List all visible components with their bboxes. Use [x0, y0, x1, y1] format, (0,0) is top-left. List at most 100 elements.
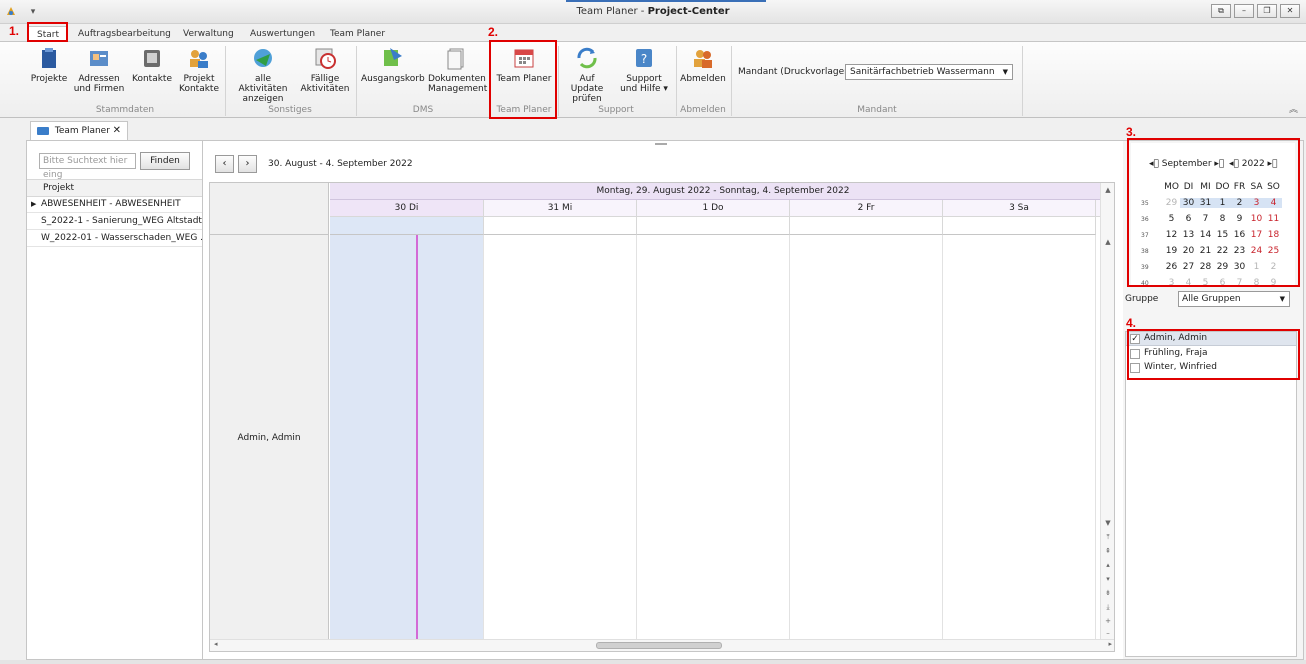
project-row[interactable]: S_2022-1 - Sanierung_WEG Altstadt	[27, 214, 202, 230]
kontakte-label: Kontakte	[132, 74, 172, 84]
work-area: Bitte Suchtext hier eing Finden Projekt …	[26, 140, 1304, 660]
tab-auswertungen[interactable]: Auswertungen	[250, 26, 315, 42]
faellige-label-1: Fällige	[310, 74, 340, 84]
dropdown-arrow-icon: ▾	[663, 84, 668, 94]
day-header[interactable]: 31 Mi	[484, 200, 637, 217]
annotation-number: 1.	[9, 24, 20, 38]
next-button[interactable]: ›	[238, 155, 257, 173]
row-indicator-icon: ▶	[31, 200, 37, 208]
find-button[interactable]: Finden	[140, 152, 190, 170]
horizontal-scroll-thumb[interactable]	[596, 642, 722, 649]
day-column[interactable]	[330, 235, 484, 641]
faellige-label-2: Aktivitäten	[300, 84, 350, 94]
adressen-icon	[87, 46, 111, 70]
day-header[interactable]: 30 Di	[330, 200, 484, 217]
doc-tab-label: Team Planer	[54, 126, 110, 136]
gruppe-label: Gruppe	[1125, 294, 1159, 304]
day-header[interactable]: 1 Do	[637, 200, 790, 217]
collapse-ribbon-icon[interactable]: ︽	[1289, 102, 1298, 115]
scroll-prev-page-icon[interactable]: ⇞	[1101, 547, 1114, 555]
scroll-next-page-icon[interactable]: ⇟	[1101, 589, 1114, 597]
window-title-prefix: Team Planer -	[576, 6, 645, 17]
scroll-first-icon[interactable]: ⤒	[1101, 533, 1114, 542]
project-row-label: W_2022-01 - Wasserschaden_WEG ...	[41, 233, 202, 243]
day-header[interactable]: 2 Fr	[790, 200, 943, 217]
kontakte-button[interactable]: Kontakte	[131, 46, 173, 84]
resource-label: Admin, Admin	[210, 235, 329, 641]
scheduler-grid: Montag, 29. August 2022 - Sonntag, 4. Se…	[209, 182, 1115, 652]
project-row[interactable]: W_2022-01 - Wasserschaden_WEG ...	[27, 231, 202, 247]
allday-cell[interactable]	[943, 217, 1096, 235]
horizontal-scrollbar[interactable]: ◂ ▸	[210, 639, 1114, 651]
scroll-up-icon[interactable]: ▲	[1101, 186, 1114, 194]
support-label-1: Support	[626, 74, 662, 84]
projekte-label: Projekte	[30, 74, 68, 84]
restore-icon[interactable]: ⧉	[1211, 4, 1231, 18]
date-range-label: 30. August - 4. September 2022	[268, 159, 413, 169]
update-button[interactable]: Auf Update prüfen	[562, 46, 612, 104]
allday-cell[interactable]	[330, 217, 484, 235]
project-row-label: S_2022-1 - Sanierung_WEG Altstadt	[41, 216, 202, 226]
resource-header-corner	[210, 183, 329, 235]
gruppe-select[interactable]: Alle Gruppen ▼	[1178, 291, 1290, 307]
scroll-prev-icon[interactable]: ▴	[1101, 561, 1114, 569]
scroll-left-icon[interactable]: ◂	[214, 640, 218, 648]
close-icon[interactable]: ✕	[1280, 4, 1300, 18]
maximize-icon[interactable]: ❐	[1257, 4, 1277, 18]
adressen-label-1: Adressen	[78, 74, 120, 84]
zoom-out-icon[interactable]: –	[1101, 629, 1114, 637]
chevron-down-icon: ▼	[1279, 295, 1285, 303]
title-bar: ▾ Team Planer - Project-Center ⧉ – ❐ ✕	[0, 0, 1306, 24]
scroll-right-icon[interactable]: ▸	[1108, 640, 1112, 648]
mandant-select[interactable]: Sanitärfachbetrieb Wassermann ▼	[845, 64, 1013, 80]
minimize-icon[interactable]: –	[1234, 4, 1254, 18]
scroll-next-icon[interactable]: ▾	[1101, 575, 1114, 583]
project-row-label: ABWESENHEIT - ABWESENHEIT	[41, 199, 181, 209]
allday-cell[interactable]	[637, 217, 790, 235]
ausgangskorb-icon	[380, 46, 404, 70]
tab-verwaltung[interactable]: Verwaltung	[183, 26, 234, 42]
project-row[interactable]: ▶ ABWESENHEIT - ABWESENHEIT	[27, 197, 202, 213]
close-tab-icon[interactable]: ✕	[113, 122, 121, 140]
scroll-up-icon[interactable]: ▲	[1101, 238, 1114, 246]
faellige-aktivitaeten-button[interactable]: Fällige Aktivitäten	[300, 46, 350, 94]
status-strip	[0, 660, 1306, 664]
day-column[interactable]	[637, 235, 790, 641]
project-column-header[interactable]: Projekt	[27, 179, 202, 197]
abmelden-button[interactable]: Abmelden	[680, 46, 726, 84]
scroll-down-icon[interactable]: ▼	[1101, 519, 1114, 527]
vertical-scrollbar[interactable]: ▲ ▲ ▼ ⤒ ⇞ ▴ ▾ ⇟ ⤓ + –	[1100, 183, 1114, 641]
projekt-kontakte-button[interactable]: Projekt Kontakte	[178, 46, 220, 94]
group-label-dms: DMS	[412, 105, 434, 115]
resource-name: Admin, Admin	[237, 433, 301, 443]
document-tabs: Team Planer ✕	[0, 118, 1306, 141]
day-column[interactable]	[484, 235, 637, 641]
splitter-grip[interactable]	[655, 143, 667, 145]
day-header[interactable]: 3 Sa	[943, 200, 1096, 217]
dokumenten-label-2: Management	[428, 84, 488, 94]
projekte-button[interactable]: Projekte	[30, 46, 68, 84]
day-column[interactable]	[790, 235, 943, 641]
ribbon-tabs: Start Auftragsbearbeitung Verwaltung Aus…	[0, 24, 1306, 42]
title-accent	[566, 0, 766, 2]
adressen-label-2: und Firmen	[73, 84, 125, 94]
ausgangskorb-button[interactable]: Ausgangskorb	[361, 46, 425, 84]
chevron-down-icon: ▼	[1002, 68, 1008, 76]
ribbon-separator	[676, 46, 677, 116]
tab-team-planer[interactable]: Team Planer	[330, 26, 385, 42]
support-button[interactable]: ? Support und Hilfe ▾	[618, 46, 670, 94]
doc-tab-team-planer[interactable]: Team Planer ✕	[30, 121, 128, 141]
allday-cell[interactable]	[790, 217, 943, 235]
alle-aktivitaeten-button[interactable]: alle Aktivitäten anzeigen	[230, 46, 296, 104]
adressen-button[interactable]: Adressen und Firmen	[73, 46, 125, 94]
allday-cell[interactable]	[484, 217, 637, 235]
help-icon: ?	[632, 46, 656, 70]
day-column[interactable]	[943, 235, 1096, 641]
dokumenten-management-button[interactable]: Dokumenten Management	[428, 46, 488, 94]
project-panel: Bitte Suchtext hier eing Finden Projekt …	[27, 141, 203, 659]
previous-button[interactable]: ‹	[215, 155, 234, 173]
zoom-in-icon[interactable]: +	[1101, 617, 1114, 625]
tab-auftragsbearbeitung[interactable]: Auftragsbearbeitung	[78, 26, 171, 42]
scroll-last-icon[interactable]: ⤓	[1101, 603, 1114, 612]
search-input[interactable]: Bitte Suchtext hier eing	[39, 153, 136, 180]
